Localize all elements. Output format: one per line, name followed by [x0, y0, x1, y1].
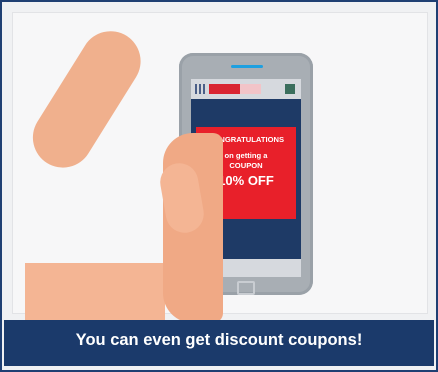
- menu-icon: [195, 84, 205, 94]
- illustration-panel: CONGRATULATIONS on getting a COUPON 10% …: [12, 12, 428, 323]
- illustration-frame: CONGRATULATIONS on getting a COUPON 10% …: [0, 0, 438, 372]
- screen-app-header: [191, 79, 301, 99]
- arm-sleeve: [25, 263, 165, 323]
- app-icon: [285, 84, 295, 94]
- arm-illustration: [21, 19, 152, 179]
- home-button-icon: [237, 281, 255, 295]
- speaker-icon: [231, 65, 263, 68]
- caption-bar: You can even get discount coupons!: [4, 320, 434, 366]
- app-logo: [209, 84, 261, 94]
- caption-text: You can even get discount coupons!: [75, 331, 363, 349]
